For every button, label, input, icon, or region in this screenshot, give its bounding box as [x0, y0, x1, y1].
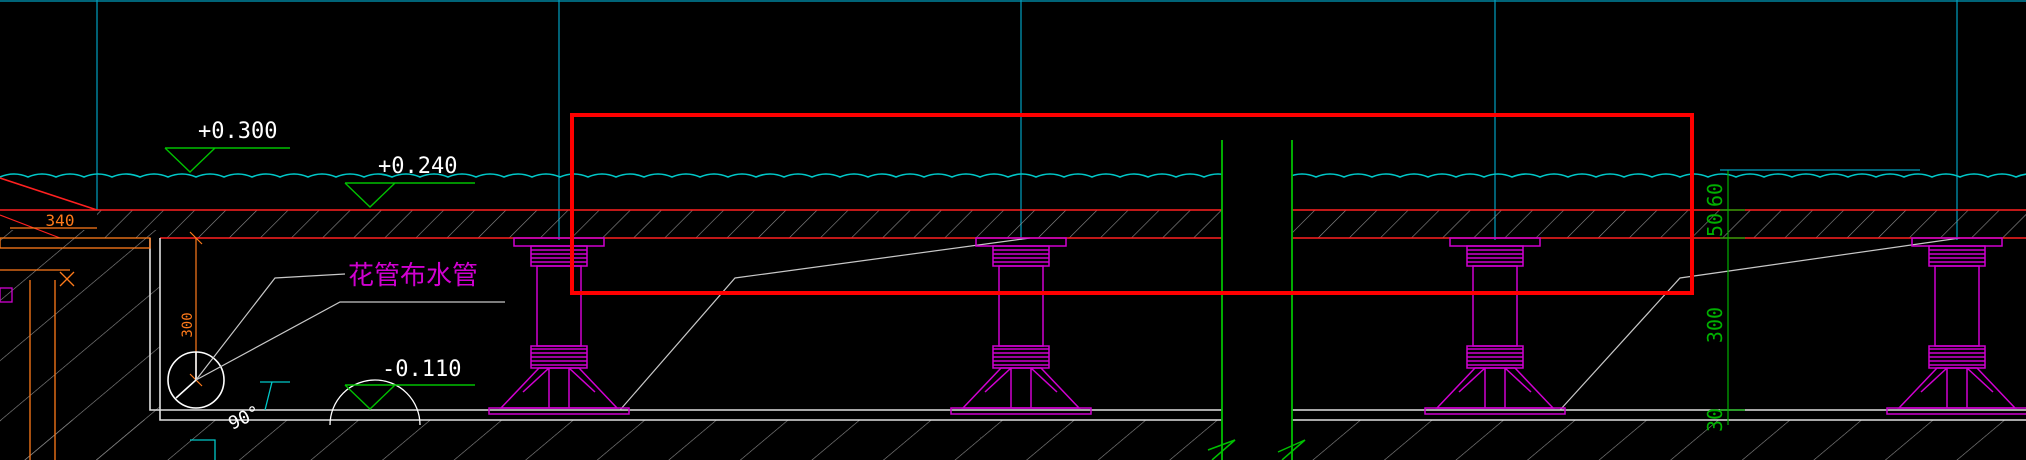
dimension-60-label: 60	[1703, 183, 1727, 207]
pipe-note-label: 花管布水管	[348, 261, 478, 291]
level-base-label: -0.110	[382, 357, 461, 382]
dimension-50-label: 50	[1703, 213, 1727, 237]
cad-drawing-canvas: 340 300 90° 花管布水管 +0.300 +0.240 -0.110 6…	[0, 0, 2026, 460]
level-top-label: +0.300	[198, 119, 277, 144]
dimension-30-label: 30	[1703, 408, 1727, 432]
central-pier	[1207, 140, 1306, 460]
dimension-340-label: 340	[46, 211, 75, 230]
level-water-label: +0.240	[378, 154, 457, 179]
dimension-300-right-label: 300	[1703, 307, 1727, 343]
dimension-300-left-label: 300	[180, 312, 196, 337]
